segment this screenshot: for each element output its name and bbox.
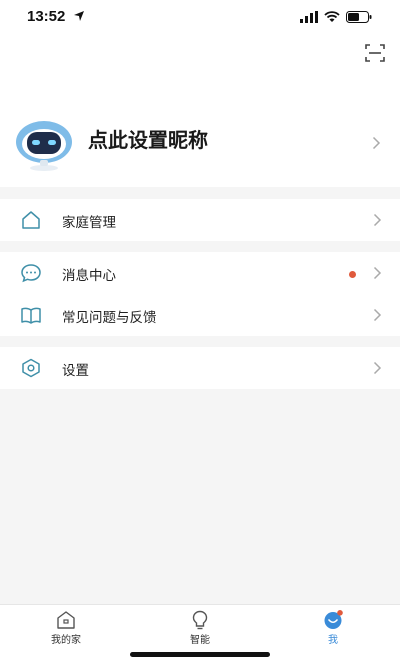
signal-icon bbox=[300, 11, 318, 23]
menu-item-settings[interactable]: 设置 bbox=[0, 347, 400, 389]
menu-item-family-management[interactable]: 家庭管理 bbox=[0, 199, 400, 241]
menu-item-label: 设置 bbox=[62, 363, 89, 379]
location-arrow-icon bbox=[74, 11, 84, 21]
nickname-label[interactable]: 点此设置昵称 bbox=[88, 124, 208, 153]
chevron-right-icon bbox=[373, 361, 382, 375]
bulb-tab-icon bbox=[192, 610, 208, 630]
chevron-right-icon bbox=[373, 266, 382, 280]
message-icon bbox=[21, 264, 41, 283]
tab-smart[interactable]: 智能 bbox=[160, 605, 240, 649]
status-time: 13:52 bbox=[27, 8, 66, 25]
tab-label: 我的家 bbox=[51, 635, 81, 646]
wifi-icon bbox=[324, 11, 340, 22]
home-indicator[interactable] bbox=[130, 652, 270, 657]
menu-item-label: 家庭管理 bbox=[62, 215, 116, 231]
battery-icon bbox=[346, 11, 372, 23]
home-tab-icon bbox=[57, 611, 75, 629]
scan-icon[interactable] bbox=[364, 42, 386, 64]
book-icon bbox=[21, 307, 41, 324]
tab-my-home[interactable]: 我的家 bbox=[26, 605, 106, 649]
menu-group-home: 家庭管理 bbox=[0, 199, 400, 241]
menu-group-settings: 设置 bbox=[0, 347, 400, 389]
me-tab-icon bbox=[324, 610, 343, 629]
tab-me[interactable]: 我 bbox=[293, 605, 373, 649]
menu-group-messages: 消息中心 常见问题与反馈 bbox=[0, 252, 400, 336]
profile-screen: 13:52 点此设置昵称 家庭管理 消息中心 常见问题与反馈 设置 我的家 智能… bbox=[0, 0, 400, 666]
home-icon bbox=[22, 211, 40, 229]
unread-badge bbox=[349, 271, 356, 278]
profile-header: 点此设置昵称 bbox=[0, 34, 400, 187]
robot-avatar-icon[interactable] bbox=[14, 120, 74, 172]
settings-icon bbox=[22, 358, 40, 378]
chevron-right-icon bbox=[373, 213, 382, 227]
chevron-right-icon bbox=[373, 308, 382, 322]
menu-item-message-center[interactable]: 消息中心 bbox=[0, 252, 400, 294]
profile-chevron-icon[interactable] bbox=[372, 136, 381, 150]
tab-label: 我 bbox=[328, 635, 338, 646]
menu-item-label: 消息中心 bbox=[62, 268, 116, 284]
menu-item-faq-feedback[interactable]: 常见问题与反馈 bbox=[0, 294, 400, 336]
menu-item-label: 常见问题与反馈 bbox=[62, 310, 157, 326]
status-bar: 13:52 bbox=[0, 0, 400, 34]
tab-label: 智能 bbox=[190, 635, 210, 646]
status-indicators bbox=[300, 10, 372, 24]
